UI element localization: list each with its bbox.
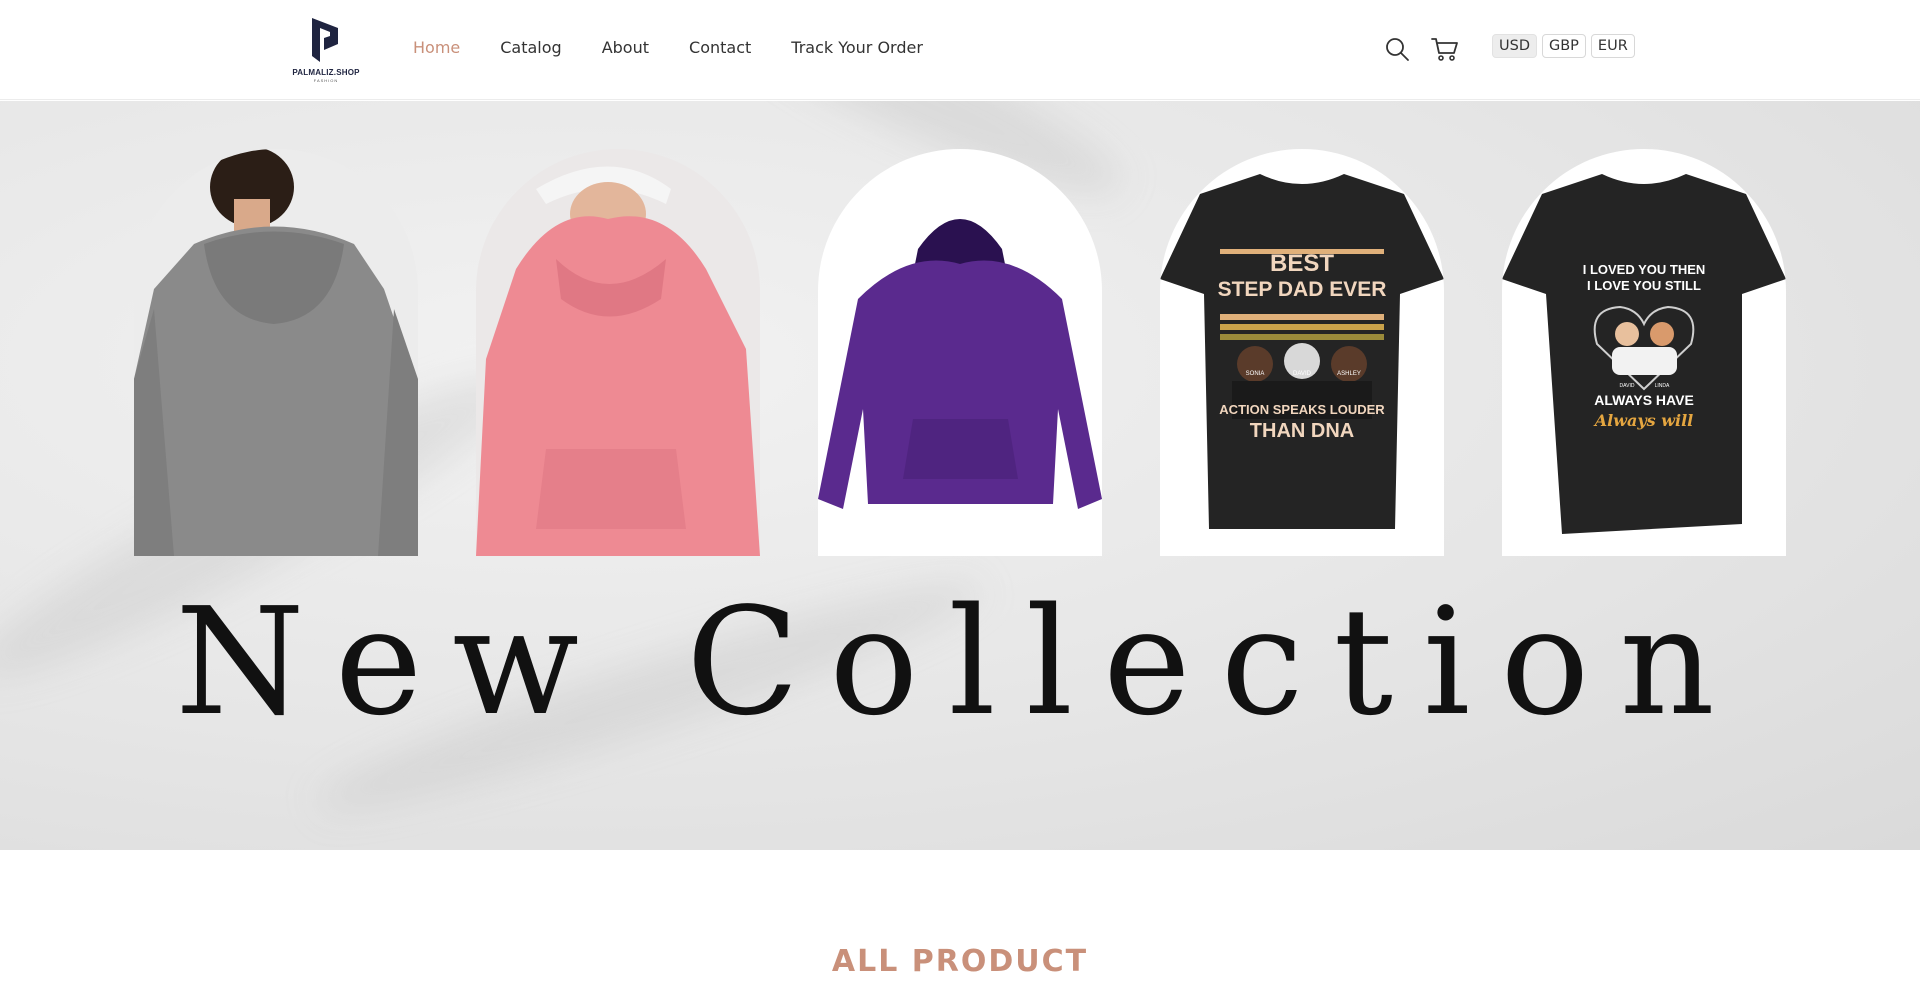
svg-text:DAVID: DAVID <box>1620 383 1635 389</box>
svg-text:THAN DNA: THAN DNA <box>1250 420 1354 442</box>
currency-eur[interactable]: EUR <box>1590 34 1635 58</box>
site-header: PALMALIZ.SHOP FASHION Home Catalog About… <box>0 0 1920 100</box>
brand-logo-mark <box>312 18 338 62</box>
step-dad-tshirt-image: BEST STEP DAD EVER SONIA DAVID ASHLEY AC… <box>1160 174 1444 529</box>
search-button[interactable] <box>1383 35 1411 63</box>
nav-home[interactable]: Home <box>413 38 460 57</box>
svg-text:DAVID: DAVID <box>1293 371 1312 377</box>
brand-tagline: FASHION <box>313 78 339 83</box>
svg-text:SONIA: SONIA <box>1246 371 1265 377</box>
product-card-gray-hoodie[interactable] <box>134 149 418 556</box>
svg-text:I LOVED YOU THEN: I LOVED YOU THEN <box>1583 262 1706 277</box>
love-tshirt-image: I LOVED YOU THEN I LOVE YOU STILL DAVID … <box>1502 174 1786 534</box>
nav-about[interactable]: About <box>602 38 649 57</box>
cart-icon <box>1431 38 1458 61</box>
svg-text:ASHLEY: ASHLEY <box>1337 371 1361 377</box>
product-card-pink-hoodie[interactable] <box>476 149 760 556</box>
brand-name: PALMALIZ.SHOP <box>292 68 360 77</box>
svg-text:Always will: Always will <box>1593 411 1694 430</box>
gray-hoodie-image <box>134 149 418 556</box>
svg-text:STEP DAD EVER: STEP DAD EVER <box>1218 278 1387 301</box>
nav-catalog[interactable]: Catalog <box>500 38 561 57</box>
brand-logo[interactable]: PALMALIZ.SHOP FASHION <box>288 16 364 86</box>
nav-contact[interactable]: Contact <box>689 38 751 57</box>
product-card-love-tshirt[interactable]: I LOVED YOU THEN I LOVE YOU STILL DAVID … <box>1502 149 1786 556</box>
hero-title: New Collection <box>175 576 1745 748</box>
purple-hoodie-image <box>818 219 1102 509</box>
search-icon <box>1386 38 1409 61</box>
main-nav: Home Catalog About Contact Track Your Or… <box>413 38 963 57</box>
all-product-heading: ALL PRODUCT <box>831 944 1089 979</box>
cart-button[interactable] <box>1431 35 1459 63</box>
nav-track-order[interactable]: Track Your Order <box>791 38 923 57</box>
currency-usd[interactable]: USD <box>1492 34 1537 58</box>
product-card-purple-hoodie[interactable] <box>818 149 1102 556</box>
currency-gbp[interactable]: GBP <box>1541 34 1586 58</box>
currency-switcher: USD GBP EUR <box>1492 34 1635 58</box>
svg-text:I LOVE YOU STILL: I LOVE YOU STILL <box>1587 278 1701 293</box>
svg-text:ALWAYS HAVE: ALWAYS HAVE <box>1594 392 1694 408</box>
svg-text:BEST: BEST <box>1270 250 1334 277</box>
svg-text:ACTION SPEAKS LOUDER: ACTION SPEAKS LOUDER <box>1219 402 1385 417</box>
pink-hoodie-image <box>476 166 760 556</box>
product-card-step-dad-tshirt[interactable]: BEST STEP DAD EVER SONIA DAVID ASHLEY AC… <box>1160 149 1444 556</box>
svg-text:LINDA: LINDA <box>1655 383 1670 389</box>
hero-banner: BEST STEP DAD EVER SONIA DAVID ASHLEY AC… <box>0 101 1920 850</box>
